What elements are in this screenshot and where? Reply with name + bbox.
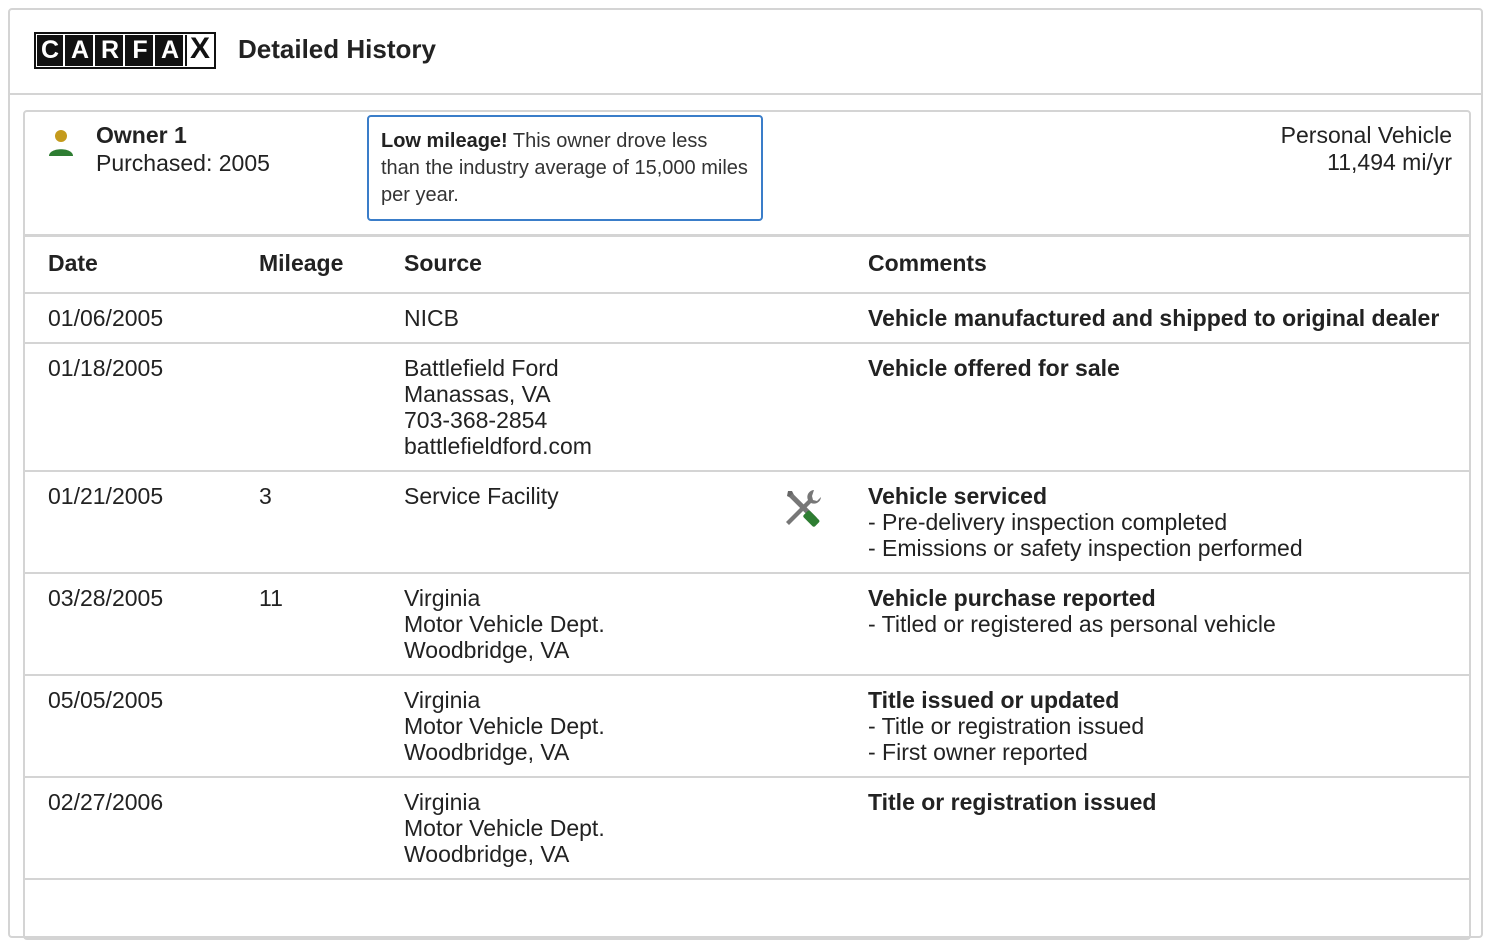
table-row: 01/21/2005 3 Service Facility Vehicle servi… (25, 471, 1469, 574)
owner-purchased: Purchased: 2005 (96, 150, 270, 176)
comment-line: - Titled or registered as personal vehic… (868, 611, 1276, 637)
row-date: 01/18/2005 (25, 343, 259, 472)
comment-title: Vehicle purchase reported (868, 585, 1156, 611)
notice-strong: Low mileage! (381, 130, 508, 152)
source-line: Manassas, VA (404, 381, 551, 407)
row-mileage (259, 675, 404, 778)
table-row: 01/06/2005 NICB Vehicle manufactured and s… (25, 293, 1469, 344)
row-date: 05/05/2005 (25, 675, 259, 778)
source-line: Woodbridge, VA (404, 841, 570, 867)
comment-line: - Pre-delivery inspection completed (868, 509, 1228, 535)
row-mileage (259, 777, 404, 880)
source-line: Woodbridge, VA (404, 739, 570, 765)
table-row: 05/05/2005 Virginia Motor Vehicle Dept. Woo… (25, 675, 1469, 778)
low-mileage-notice: Low mileage! This owner drove less than … (367, 115, 763, 221)
row-date: 01/06/2005 (25, 293, 259, 344)
history-table: Date Mileage Source Comments 01/06/2005 N… (25, 234, 1469, 880)
row-source: Virginia Motor Vehicle Dept. Woodbridge, V… (404, 573, 782, 676)
table-row: 02/27/2006 Virginia Motor Vehicle Dept. Woo… (25, 777, 1469, 880)
row-comments: Vehicle purchase reported - Titled or reg… (868, 573, 1469, 676)
row-comments: Vehicle serviced - Pre-delivery inspectio… (868, 471, 1469, 574)
source-line: 703-368-2854 (404, 407, 548, 433)
page-title: Detailed History (238, 34, 436, 64)
row-comments: Vehicle offered for sale (868, 343, 1469, 472)
row-icon-cell (782, 573, 868, 676)
comment-line: - Emissions or safety inspection perform… (868, 535, 1303, 561)
row-date: 01/21/2005 (25, 471, 259, 574)
row-mileage: 11 (259, 573, 404, 676)
header-icon-spacer (782, 234, 868, 294)
source-line: Battlefield Ford (404, 355, 559, 381)
comment-title: Title issued or updated (868, 687, 1120, 713)
source-line: Virginia (404, 789, 481, 815)
person-icon (49, 130, 73, 156)
logo-letter: F (127, 35, 155, 66)
logo-letter: A (157, 35, 185, 66)
row-source: NICB (404, 293, 782, 344)
carfax-logo: CARFAX (34, 32, 216, 69)
row-source: Virginia Motor Vehicle Dept. Woodbridge, V… (404, 675, 782, 778)
row-date: 03/28/2005 (25, 573, 259, 676)
comment-line: - Title or registration issued (868, 713, 1145, 739)
comment-title: Vehicle serviced (868, 483, 1048, 509)
logo-letter: A (67, 35, 95, 66)
owner-name: Owner 1 (96, 122, 187, 148)
source-line: Motor Vehicle Dept. (404, 611, 605, 637)
wrench-screwdriver-icon (786, 490, 821, 527)
row-source: Battlefield Ford Manassas, VA 703-368-2854… (404, 343, 782, 472)
comment-title: Vehicle offered for sale (868, 355, 1120, 381)
source-line: Motor Vehicle Dept. (404, 713, 605, 739)
table-row: 03/28/2005 11 Virginia Motor Vehicle Dept. W… (25, 573, 1469, 676)
row-mileage (259, 343, 404, 472)
table-header-row: Date Mileage Source Comments (25, 234, 1469, 294)
row-mileage: 3 (259, 471, 404, 574)
row-comments: Title or registration issued (868, 777, 1469, 880)
table-row: 01/18/2005 Battlefield Ford Manassas, VA 70… (25, 343, 1469, 472)
header-mileage: Mileage (259, 234, 404, 294)
miles-per-year: 11,494 mi/yr (1327, 149, 1452, 175)
row-comments: Vehicle manufactured and shipped to orig… (868, 293, 1469, 344)
owner-summary: Owner 1 Purchased: 2005 Low mileage! Thi… (25, 112, 1469, 237)
panel-header: CARFAX Detailed History (10, 10, 1481, 95)
row-icon-cell (782, 293, 868, 344)
row-date: 02/27/2006 (25, 777, 259, 880)
row-source: Virginia Motor Vehicle Dept. Woodbridge, V… (404, 777, 782, 880)
detailed-history-panel: CARFAX Detailed History Owner 1 Purchase… (8, 8, 1483, 940)
source-line: Motor Vehicle Dept. (404, 815, 605, 841)
source-line: Virginia (404, 585, 481, 611)
header-comments: Comments (868, 234, 1469, 294)
source-line: battlefieldford.com (404, 433, 592, 459)
source-line: Service Facility (404, 483, 559, 509)
row-icon-cell (782, 343, 868, 472)
row-icon-cell (782, 471, 868, 574)
source-line: Virginia (404, 687, 481, 713)
row-mileage (259, 293, 404, 344)
logo-letter: X (187, 32, 213, 66)
header-date: Date (25, 234, 259, 294)
source-line: NICB (404, 305, 459, 331)
header-source: Source (404, 234, 782, 294)
owner-card: Owner 1 Purchased: 2005 Low mileage! Thi… (23, 110, 1471, 940)
source-line: Woodbridge, VA (404, 637, 570, 663)
comment-title: Title or registration issued (868, 789, 1157, 815)
logo-letter: C (37, 35, 65, 66)
comment-line: - First owner reported (868, 739, 1088, 765)
comment-title: Vehicle manufactured and shipped to orig… (868, 305, 1440, 331)
row-comments: Title issued or updated - Title or regist… (868, 675, 1469, 778)
logo-letter: R (97, 35, 125, 66)
row-icon-cell (782, 777, 868, 880)
vehicle-type: Personal Vehicle (1280, 122, 1452, 148)
row-icon-cell (782, 675, 868, 778)
row-source: Service Facility (404, 471, 782, 574)
